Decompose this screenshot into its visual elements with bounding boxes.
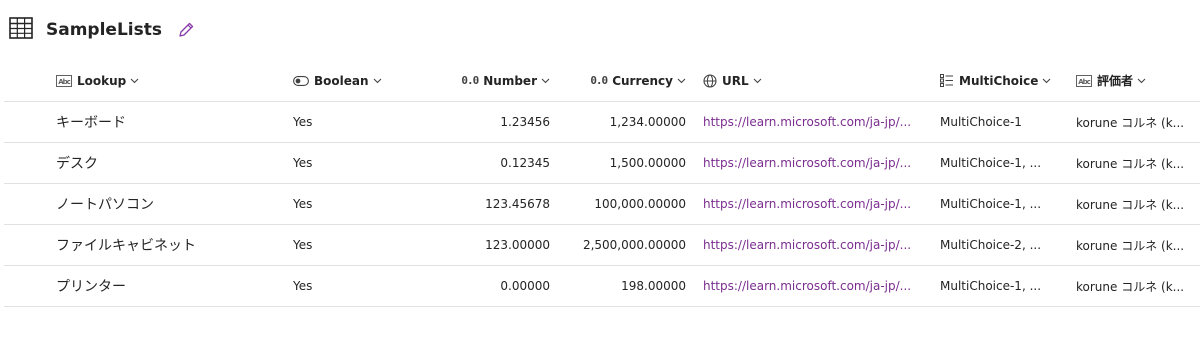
multichoice-list-icon: [940, 74, 954, 87]
text-field-icon: Abc: [56, 74, 72, 87]
list-title-bar: SampleLists: [8, 8, 196, 48]
column-header-label: Number: [483, 73, 537, 88]
page-title: SampleLists: [46, 20, 162, 40]
cell-lookup[interactable]: ノートパソコン: [56, 184, 286, 224]
column-header-label: MultiChoice: [959, 73, 1039, 88]
number-icon: 0.0: [590, 74, 608, 87]
cell-multichoice: MultiChoice-1: [940, 115, 1022, 129]
edit-pencil-icon[interactable]: [176, 20, 196, 40]
chevron-down-icon: [373, 78, 382, 84]
list-rows: キーボード Yes 1.23456 1,234.00000 https://le…: [0, 102, 1200, 307]
column-header-evaluator[interactable]: Abc 評価者: [1076, 60, 1200, 101]
list-grid: Abc Lookup Boolean 0.0 Number 0.0 Curren…: [0, 60, 1200, 307]
cell-lookup[interactable]: デスク: [56, 143, 286, 183]
column-header-boolean[interactable]: Boolean: [293, 60, 443, 101]
cell-multichoice: MultiChoice-1, ...: [940, 279, 1042, 293]
cell-boolean: Yes: [293, 279, 313, 293]
column-header-label: URL: [722, 73, 749, 88]
chevron-down-icon: [130, 78, 139, 84]
chevron-down-icon: [753, 78, 762, 84]
list-row[interactable]: ノートパソコン Yes 123.45678 100,000.00000 http…: [4, 184, 1200, 225]
column-header-label: 評価者: [1097, 74, 1134, 88]
column-header-label: Boolean: [314, 73, 369, 88]
cell-currency: 1,500.00000: [609, 156, 686, 170]
cell-currency: 100,000.00000: [594, 197, 686, 211]
column-header-row: Abc Lookup Boolean 0.0 Number 0.0 Curren…: [4, 60, 1200, 102]
chevron-down-icon: [541, 78, 550, 84]
list-row[interactable]: プリンター Yes 0.00000 198.00000 https://lear…: [4, 266, 1200, 307]
table-icon: [8, 15, 34, 41]
cell-evaluator[interactable]: korune コルネ (k...: [1076, 184, 1200, 224]
cell-evaluator[interactable]: korune コルネ (k...: [1076, 266, 1200, 306]
cell-number: 123.45678: [485, 197, 550, 211]
globe-icon: [703, 73, 717, 88]
column-header-label: Lookup: [77, 73, 127, 88]
list-row[interactable]: デスク Yes 0.12345 1,500.00000 https://lear…: [4, 143, 1200, 184]
list-row[interactable]: ファイルキャビネット Yes 123.00000 2,500,000.00000…: [4, 225, 1200, 266]
cell-lookup[interactable]: ファイルキャビネット: [56, 225, 286, 265]
column-header-lookup[interactable]: Abc Lookup: [56, 60, 286, 101]
cell-lookup[interactable]: キーボード: [56, 102, 286, 142]
column-header-number[interactable]: 0.0 Number: [452, 60, 550, 101]
cell-url-link[interactable]: https://learn.microsoft.com/ja-jp/...: [703, 184, 923, 224]
cell-currency: 1,234.00000: [609, 115, 686, 129]
chevron-down-icon: [677, 78, 686, 84]
number-icon: 0.0: [461, 74, 479, 87]
column-header-label: Currency: [612, 73, 673, 88]
list-view: SampleLists Abc Lookup Boolean 0.0 Numbe…: [0, 0, 1200, 347]
chevron-down-icon: [1042, 78, 1051, 84]
cell-evaluator[interactable]: korune コルネ (k...: [1076, 225, 1200, 265]
cell-number: 123.00000: [485, 238, 550, 252]
column-header-url[interactable]: URL: [703, 60, 923, 101]
cell-multichoice: MultiChoice-2, ...: [940, 238, 1042, 252]
cell-url-link[interactable]: https://learn.microsoft.com/ja-jp/...: [703, 102, 923, 142]
cell-boolean: Yes: [293, 115, 313, 129]
cell-multichoice: MultiChoice-1, ...: [940, 197, 1042, 211]
cell-boolean: Yes: [293, 156, 313, 170]
toggle-icon: [293, 75, 309, 86]
text-field-icon-label: Abc: [1078, 78, 1090, 86]
cell-boolean: Yes: [293, 238, 313, 252]
cell-evaluator[interactable]: korune コルネ (k...: [1076, 143, 1200, 183]
text-field-icon: Abc: [1076, 74, 1092, 87]
cell-url-link[interactable]: https://learn.microsoft.com/ja-jp/...: [703, 225, 923, 265]
cell-evaluator[interactable]: korune コルネ (k...: [1076, 102, 1200, 142]
list-row[interactable]: キーボード Yes 1.23456 1,234.00000 https://le…: [4, 102, 1200, 143]
cell-url-link[interactable]: https://learn.microsoft.com/ja-jp/...: [703, 266, 923, 306]
cell-number: 1.23456: [500, 115, 550, 129]
cell-number: 0.12345: [500, 156, 550, 170]
cell-url-link[interactable]: https://learn.microsoft.com/ja-jp/...: [703, 143, 923, 183]
cell-currency: 2,500,000.00000: [582, 238, 686, 252]
text-field-icon-label: Abc: [58, 78, 70, 86]
column-header-currency[interactable]: 0.0 Currency: [560, 60, 686, 101]
cell-currency: 198.00000: [621, 279, 686, 293]
cell-boolean: Yes: [293, 197, 313, 211]
column-header-multichoice[interactable]: MultiChoice: [940, 60, 1060, 101]
chevron-down-icon: [1137, 78, 1146, 84]
cell-lookup[interactable]: プリンター: [56, 266, 286, 306]
cell-number: 0.00000: [500, 279, 550, 293]
cell-multichoice: MultiChoice-1, ...: [940, 156, 1042, 170]
